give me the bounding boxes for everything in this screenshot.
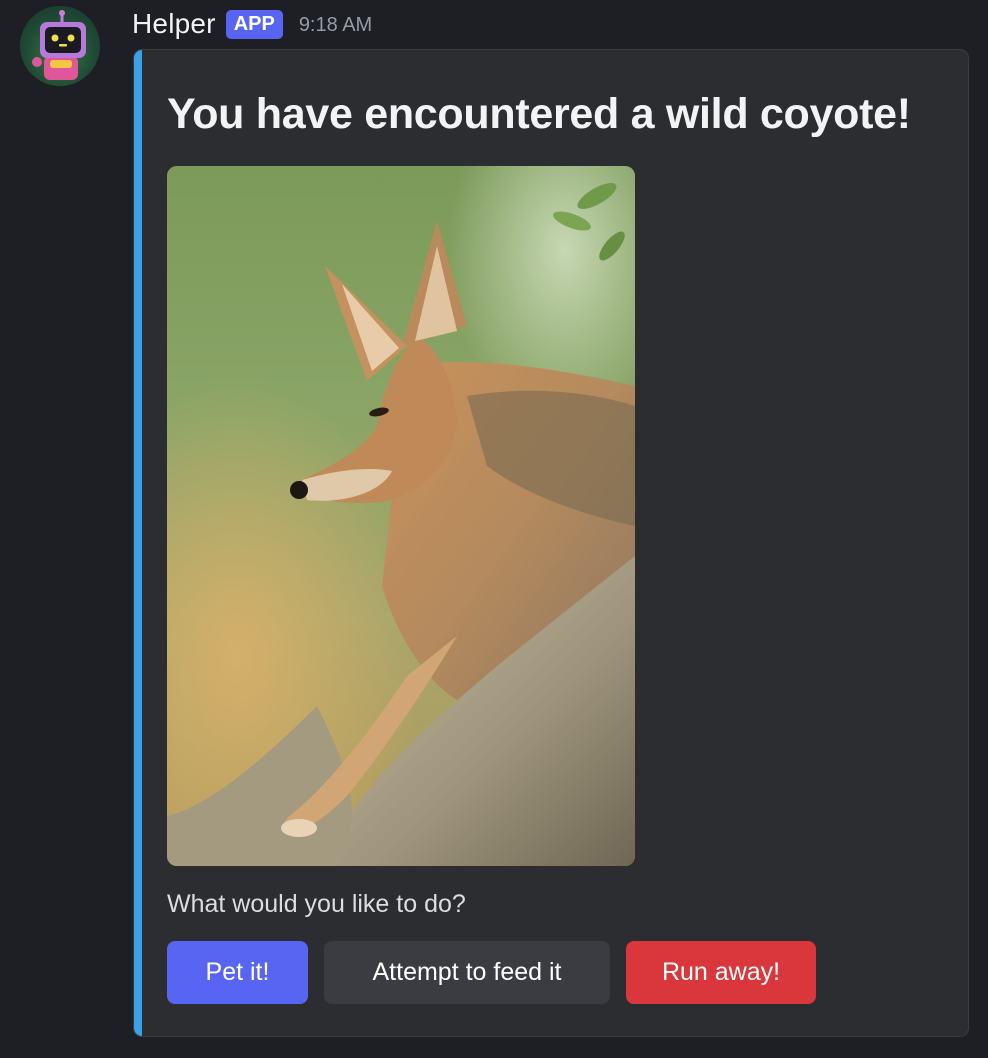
- coyote-photo[interactable]: [167, 166, 635, 866]
- author-name[interactable]: Helper: [132, 8, 216, 40]
- run-away-button[interactable]: Run away!: [626, 941, 816, 1004]
- message-timestamp[interactable]: 9:18 AM: [299, 14, 372, 37]
- feed-button[interactable]: Attempt to feed it: [324, 941, 610, 1004]
- action-row: Pet it! Attempt to feed it Run away!: [167, 941, 816, 1004]
- chat-message: Helper APP 9:18 AM You have encountered …: [0, 0, 988, 1058]
- message-header: Helper APP 9:18 AM: [132, 6, 372, 42]
- embed-title: You have encountered a wild coyote!: [167, 90, 911, 138]
- app-badge: APP: [225, 9, 283, 39]
- embed-card: You have encountered a wild coyote! What…: [133, 49, 969, 1037]
- robot-avatar-icon[interactable]: [20, 6, 100, 86]
- embed-description: What would you like to do?: [167, 890, 466, 918]
- embed-accent-bar: [134, 50, 142, 1036]
- pet-button[interactable]: Pet it!: [167, 941, 308, 1004]
